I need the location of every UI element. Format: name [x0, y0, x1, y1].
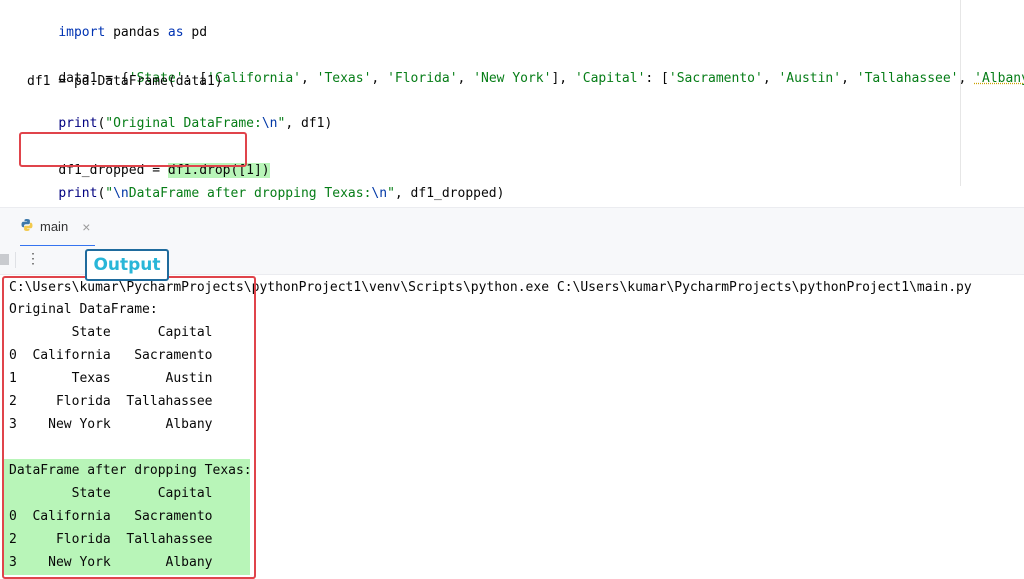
code-token: ,: [841, 71, 857, 86]
code-token: , df1): [285, 116, 333, 131]
string-literal: 'Tallahassee': [856, 71, 959, 86]
string-literal: 'Austin': [778, 71, 842, 86]
string-literal: 'Capital': [574, 71, 646, 86]
code-line-1[interactable]: import pandas as pd: [27, 3, 207, 40]
output-badge: Output: [85, 249, 169, 281]
code-token: ,: [371, 71, 388, 86]
right-margin-guide: [960, 0, 961, 186]
string-literal: 'Sacramento': [668, 71, 763, 86]
string-literal: 'Albany': [974, 71, 1024, 86]
code-token: ,: [958, 71, 975, 86]
code-token: ],: [551, 71, 575, 86]
builtin-print: print: [58, 116, 98, 131]
code-line-5[interactable]: print("Original DataFrame:\n", df1): [27, 94, 332, 131]
code-token: , df1_dropped): [394, 186, 505, 201]
run-tab-main[interactable]: main ×: [20, 208, 90, 245]
module-name: pandas: [105, 25, 168, 40]
string-literal: DataFrame after dropping Texas:: [128, 186, 372, 201]
module-alias: pd: [183, 25, 208, 40]
run-tab-label: main: [40, 219, 69, 234]
code-line-8[interactable]: print("\nDataFrame after dropping Texas:…: [27, 164, 504, 201]
close-icon[interactable]: ×: [82, 219, 90, 235]
escape-sequence: \n: [261, 116, 278, 131]
string-literal: 'Florida': [387, 71, 458, 86]
code-token: ,: [762, 71, 779, 86]
toolbar-divider: [15, 252, 16, 268]
python-file-icon: [20, 218, 34, 235]
keyword-import: import: [58, 25, 106, 40]
string-literal: "Original DataFrame:: [105, 116, 262, 131]
escape-sequence: \n: [371, 186, 388, 201]
more-options-icon[interactable]: ⋮: [26, 250, 40, 267]
string-literal: 'New York': [473, 71, 552, 86]
string-literal: ": [387, 186, 395, 201]
string-literal: 'Texas': [316, 71, 372, 86]
keyword-as: as: [167, 25, 184, 40]
code-line-3[interactable]: data1 = {'State': ['California', 'Texas'…: [27, 49, 1024, 86]
code-editor[interactable]: import pandas as pd data1 = {'State': ['…: [0, 0, 1024, 201]
escape-sequence: \n: [113, 186, 129, 201]
highlight-box-output: [2, 276, 256, 579]
stop-icon[interactable]: [0, 254, 9, 265]
run-tool-window-header: main ×: [0, 207, 1024, 247]
code-token: ,: [457, 71, 474, 86]
highlight-box-drop-line: [19, 132, 247, 167]
builtin-print: print: [58, 186, 98, 201]
code-line-4[interactable]: df1 = pd.DataFrame(data1): [27, 72, 223, 92]
string-literal: ": [105, 186, 114, 201]
code-token: : [: [645, 71, 669, 86]
code-token: ,: [300, 71, 317, 86]
